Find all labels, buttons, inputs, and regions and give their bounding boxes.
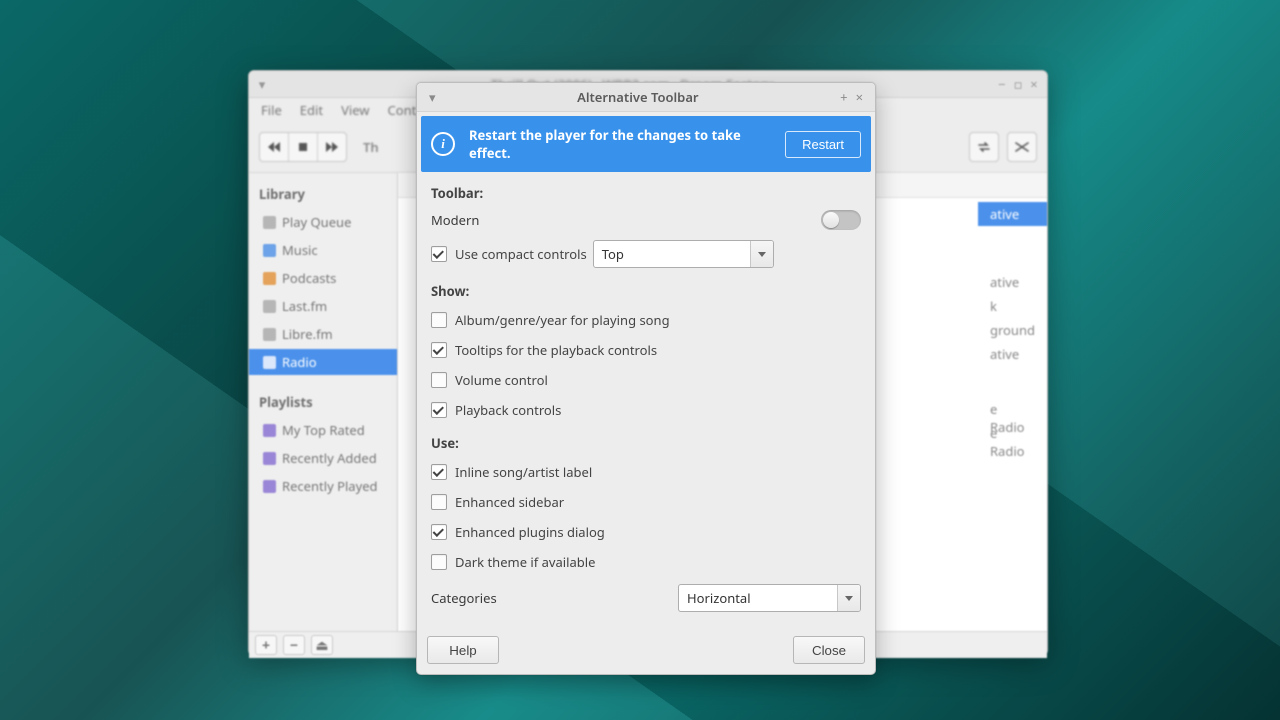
use-option-checkbox-1[interactable]: Enhanced sidebar xyxy=(431,490,564,514)
sidebar-item-radio[interactable]: Radio xyxy=(249,349,397,375)
checkbox-icon xyxy=(431,402,447,418)
use-option-checkbox-0[interactable]: Inline song/artist label xyxy=(431,460,592,484)
toolbar-right-group-2 xyxy=(1007,132,1037,162)
use-option-checkbox-3[interactable]: Dark theme if available xyxy=(431,550,595,574)
show-option-label: Tooltips for the playback controls xyxy=(455,341,657,359)
status-add-button[interactable]: + xyxy=(255,635,277,655)
checkbox-icon xyxy=(431,554,447,570)
dialog-menu-icon[interactable]: ▾ xyxy=(425,88,440,106)
prev-icon[interactable] xyxy=(260,133,288,161)
next-icon[interactable] xyxy=(317,133,346,161)
sidebar-library-head: Library xyxy=(249,181,397,207)
sidebar-item-recently-played[interactable]: Recently Played xyxy=(249,473,397,499)
use-compact-checkbox[interactable]: Use compact controls xyxy=(431,242,587,266)
now-playing-label: Th xyxy=(363,138,379,156)
show-option-checkbox-1[interactable]: Tooltips for the playback controls xyxy=(431,338,657,362)
window-maximize-icon[interactable]: ▫ xyxy=(1013,79,1023,89)
show-option-label: Playback controls xyxy=(455,401,561,419)
categories-combobox[interactable]: Horizontal xyxy=(678,584,861,612)
window-menu-icon[interactable]: ▾ xyxy=(257,79,267,89)
use-option-label: Dark theme if available xyxy=(455,553,595,571)
checkbox-icon xyxy=(431,524,447,540)
window-close-icon[interactable]: × xyxy=(1029,79,1039,89)
sidebar-item-music[interactable]: Music xyxy=(249,237,397,263)
use-option-label: Inline song/artist label xyxy=(455,463,592,481)
sidebar-item-librefm[interactable]: Libre.fm xyxy=(249,321,397,347)
show-option-checkbox-2[interactable]: Volume control xyxy=(431,368,548,392)
show-option-checkbox-3[interactable]: Playback controls xyxy=(431,398,561,422)
checkbox-icon xyxy=(431,464,447,480)
toolbar-section-head: Toolbar: xyxy=(431,184,861,202)
use-compact-label: Use compact controls xyxy=(455,245,587,263)
list-row[interactable]: ative xyxy=(978,342,1047,366)
checkbox-icon xyxy=(431,312,447,328)
show-option-checkbox-0[interactable]: Album/genre/year for playing song xyxy=(431,308,670,332)
desktop-background: ▾ Thrill Out (2006) · WBB3 com · Dream F… xyxy=(0,0,1280,720)
list-row[interactable]: ground xyxy=(978,318,1047,342)
modern-label: Modern xyxy=(431,211,479,229)
checkbox-icon xyxy=(431,494,447,510)
menu-file[interactable]: File xyxy=(261,101,282,119)
position-combobox[interactable]: Top xyxy=(593,240,774,268)
menu-view[interactable]: View xyxy=(341,101,369,119)
sidebar[interactable]: Library Play Queue Music Podcasts Last.f… xyxy=(249,173,398,631)
position-value: Top xyxy=(594,241,750,267)
shuffle-icon[interactable] xyxy=(1008,133,1036,161)
use-option-label: Enhanced sidebar xyxy=(455,493,564,511)
list-row[interactable]: ative xyxy=(978,270,1047,294)
toolbar-right-group xyxy=(969,132,999,162)
sidebar-item-play-queue[interactable]: Play Queue xyxy=(249,209,397,235)
sidebar-playlists-head: Playlists xyxy=(249,389,397,415)
info-message: Restart the player for the changes to ta… xyxy=(469,126,773,162)
dialog-close-icon[interactable]: × xyxy=(852,88,867,106)
chevron-down-icon[interactable] xyxy=(750,241,773,267)
categories-value: Horizontal xyxy=(679,585,837,611)
categories-label: Categories xyxy=(431,589,497,607)
info-icon: i xyxy=(431,132,455,156)
window-minimize-icon[interactable]: − xyxy=(997,79,1007,89)
sidebar-item-lastfm[interactable]: Last.fm xyxy=(249,293,397,319)
repeat-icon[interactable] xyxy=(970,133,998,161)
use-option-label: Enhanced plugins dialog xyxy=(455,523,605,541)
checkbox-icon xyxy=(431,246,447,262)
checkbox-icon xyxy=(431,342,447,358)
show-option-label: Album/genre/year for playing song xyxy=(455,311,670,329)
list-row-selected[interactable]: ative xyxy=(978,202,1047,226)
status-remove-button[interactable]: − xyxy=(283,635,305,655)
show-section-head: Show: xyxy=(431,282,861,300)
checkbox-icon xyxy=(431,372,447,388)
chevron-down-icon[interactable] xyxy=(837,585,860,611)
use-section-head: Use: xyxy=(431,434,861,452)
alternative-toolbar-dialog: ▾ Alternative Toolbar + × i Restart the … xyxy=(416,82,876,675)
help-button[interactable]: Help xyxy=(427,636,499,664)
status-eject-button[interactable]: ⏏ xyxy=(311,635,333,655)
sidebar-item-top-rated[interactable]: My Top Rated xyxy=(249,417,397,443)
close-button[interactable]: Close xyxy=(793,636,865,664)
stop-icon[interactable] xyxy=(288,133,317,161)
dialog-add-icon[interactable]: + xyxy=(836,88,851,106)
modern-switch[interactable] xyxy=(821,210,861,230)
show-option-label: Volume control xyxy=(455,371,548,389)
use-option-checkbox-2[interactable]: Enhanced plugins dialog xyxy=(431,520,605,544)
dialog-titlebar[interactable]: ▾ Alternative Toolbar + × xyxy=(417,83,875,112)
dialog-footer: Help Close xyxy=(417,628,875,674)
list-row[interactable]: e Radio xyxy=(978,430,1047,454)
sidebar-item-recently-added[interactable]: Recently Added xyxy=(249,445,397,471)
dialog-title: Alternative Toolbar xyxy=(440,88,837,106)
playback-buttons[interactable] xyxy=(259,132,347,162)
menu-edit[interactable]: Edit xyxy=(300,101,323,119)
info-bar: i Restart the player for the changes to … xyxy=(421,116,871,172)
sidebar-item-podcasts[interactable]: Podcasts xyxy=(249,265,397,291)
restart-button[interactable]: Restart xyxy=(785,131,861,158)
list-row[interactable]: k xyxy=(978,294,1047,318)
